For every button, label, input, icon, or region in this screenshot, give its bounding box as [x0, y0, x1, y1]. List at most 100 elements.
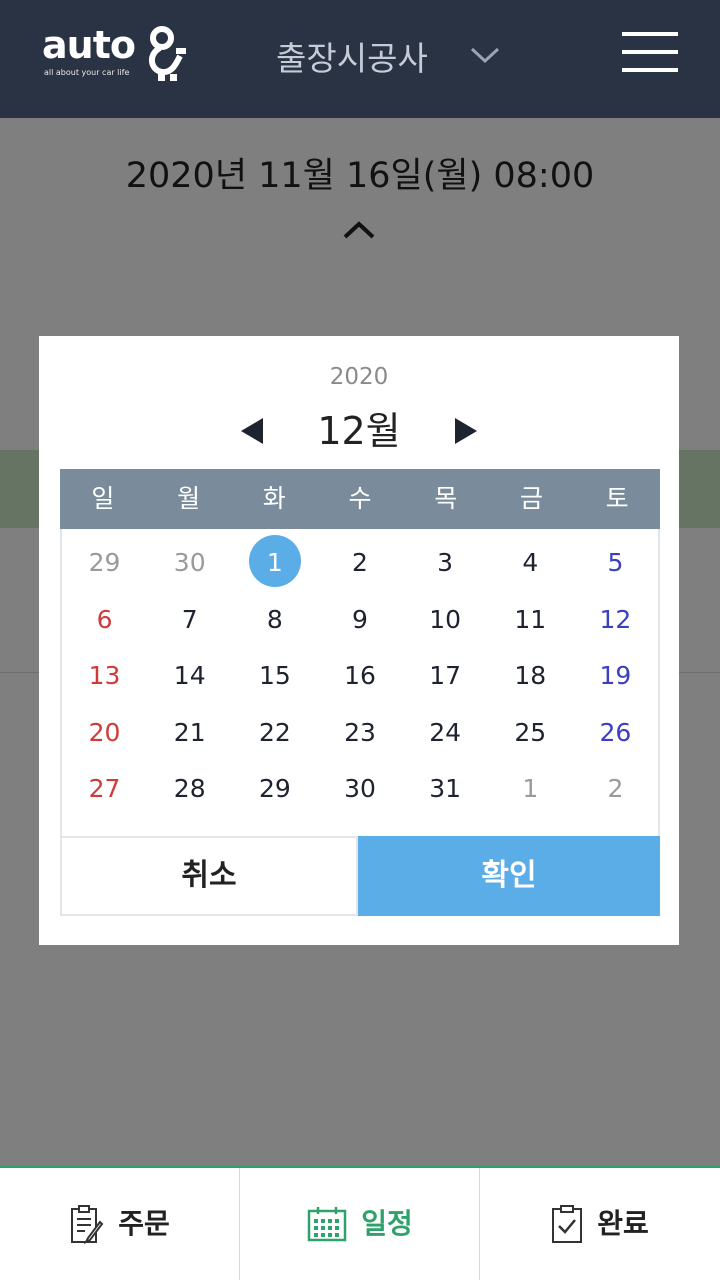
calendar-day[interactable]: 16	[317, 654, 402, 711]
calendar-day[interactable]: 10	[403, 598, 488, 655]
calendar-day-number: 1	[522, 774, 539, 803]
calendar-day[interactable]: 18	[488, 654, 573, 711]
calendar-day[interactable]: 5	[573, 541, 658, 598]
calendar-day[interactable]: 11	[488, 598, 573, 655]
calendar-day-number: 23	[344, 717, 376, 747]
calendar-day[interactable]: 28	[147, 767, 232, 824]
picker-month: 12월	[317, 409, 401, 453]
calendar-day[interactable]: 26	[573, 711, 658, 768]
calendar-day[interactable]: 13	[62, 654, 147, 711]
calendar-day-number: 9	[352, 604, 368, 634]
calendar-day-number: 13	[88, 661, 121, 690]
calendar-day[interactable]: 29	[62, 541, 147, 598]
autog-logo[interactable]: auto all about your car life	[42, 24, 192, 88]
calendar-day-number: 30	[344, 774, 376, 803]
calendar-day[interactable]: 14	[147, 654, 232, 711]
calendar-week: 29 30 1 2 3 4 5	[62, 535, 658, 598]
calendar-day[interactable]: 19	[573, 654, 658, 711]
clipboard-check-icon	[552, 1205, 583, 1243]
calendar-week: 13 14 15 16 17 18 19	[62, 654, 658, 711]
calendar-day-number: 11	[514, 604, 547, 634]
picker-year: 2020	[329, 364, 389, 390]
calendar-day-number: 15	[258, 661, 291, 690]
weekday-mon: 월	[177, 484, 201, 513]
calendar-day-number: 8	[266, 604, 283, 634]
hamburger-menu-icon[interactable]	[622, 30, 680, 74]
confirm-button[interactable]: 확인	[358, 836, 660, 916]
cancel-button[interactable]: 취소	[60, 836, 358, 916]
calendar-day-number: 6	[96, 604, 113, 634]
calendar-day[interactable]: 1	[488, 767, 573, 824]
calendar-day[interactable]: 22	[232, 711, 317, 768]
app-header: auto all about your car life 출장시공사	[0, 0, 720, 118]
calendar-day-number: 10	[429, 604, 462, 634]
calendar-day-number: 29	[258, 774, 291, 803]
calendar-day[interactable]: 12	[573, 598, 658, 655]
calendar-day[interactable]: 9	[317, 598, 402, 655]
logo-mascot-icon	[149, 26, 186, 81]
calendar-day-selected[interactable]: 1	[232, 535, 317, 598]
calendar-day-number: 30	[173, 548, 206, 577]
calendar-week: 6 7 8 9 10 11 12	[62, 598, 658, 655]
calendar-day[interactable]: 17	[403, 654, 488, 711]
calendar-day[interactable]: 3	[403, 541, 488, 598]
calendar-day-number: 7	[181, 604, 198, 634]
calendar-day[interactable]: 15	[232, 654, 317, 711]
calendar-day-number: 14	[173, 661, 206, 690]
logo-text: auto	[42, 23, 136, 67]
calendar-day-number: 2	[352, 548, 368, 577]
calendar-day[interactable]: 30	[317, 767, 402, 824]
calendar-day[interactable]: 4	[488, 541, 573, 598]
calendar-day[interactable]: 30	[147, 541, 232, 598]
header-title[interactable]: 출장시공사	[276, 36, 428, 82]
calendar-day-number: 22	[258, 717, 291, 747]
calendar-day[interactable]: 31	[403, 767, 488, 824]
tab-schedule[interactable]: 일정	[240, 1168, 480, 1280]
weekday-header: 일 월 화 수 목 금 토	[60, 469, 660, 529]
dialog-buttons: 취소 확인	[60, 836, 660, 916]
calendar-day-number: 2	[607, 774, 624, 803]
calendar-day[interactable]: 2	[573, 767, 658, 824]
calendar-day-number: 12	[599, 604, 632, 634]
calendar-day[interactable]: 7	[147, 598, 232, 655]
calendar-day[interactable]: 23	[317, 711, 402, 768]
date-picker-dialog: 2020 12월 일 월 화 수 목 금 토 29 30 1 2 3 4 5 6 7 8 9 10 11…	[39, 336, 679, 945]
weekday-fri: 금	[519, 484, 543, 513]
calendar-day[interactable]: 24	[403, 711, 488, 768]
tab-complete-label: 완료	[597, 1207, 649, 1240]
weekday-wed: 수	[348, 484, 372, 513]
tab-order[interactable]: 주문	[0, 1168, 240, 1280]
calendar-day-number: 19	[599, 661, 632, 690]
calendar-grid: 29 30 1 2 3 4 5 6 7 8 9 10 11 12 13 14 15 16 17 18 19 20 21 22 2…	[62, 535, 658, 824]
calendar-day-number: 16	[344, 661, 376, 690]
calendar-day-number: 27	[88, 774, 121, 803]
calendar-day[interactable]: 20	[62, 711, 147, 768]
order-form-icon	[71, 1205, 104, 1244]
tab-schedule-label: 일정	[361, 1207, 413, 1240]
tab-order-label: 주문	[118, 1207, 170, 1240]
calendar-day-number: 29	[88, 548, 121, 577]
calendar-week: 20 21 22 23 24 25 26	[62, 711, 658, 768]
prev-month-icon[interactable]	[239, 416, 265, 446]
tab-complete[interactable]: 완료	[480, 1168, 720, 1280]
weekday-sat: 토	[605, 484, 629, 513]
calendar-day[interactable]: 2	[317, 541, 402, 598]
calendar-day-number: 25	[514, 717, 547, 747]
next-month-icon[interactable]	[453, 416, 479, 446]
bottom-tab-bar: 주문 일정 완료	[0, 1166, 720, 1280]
calendar-week: 27 28 29 30 31 1 2	[62, 767, 658, 824]
calendar-day[interactable]: 8	[232, 598, 317, 655]
calendar-day-number: 3	[437, 548, 454, 577]
calendar-day[interactable]: 29	[232, 767, 317, 824]
chevron-down-icon[interactable]	[470, 46, 500, 64]
calendar-day[interactable]: 6	[62, 598, 147, 655]
calendar-day-number: 18	[514, 661, 547, 690]
calendar-day[interactable]: 21	[147, 711, 232, 768]
calendar-day-number: 4	[522, 548, 539, 577]
calendar-day-number: 20	[88, 717, 121, 747]
month-navigation: 12월	[39, 406, 679, 456]
calendar-day[interactable]: 25	[488, 711, 573, 768]
calendar-day[interactable]: 27	[62, 767, 147, 824]
calendar-day-number: 21	[173, 717, 206, 747]
calendar-icon	[307, 1207, 347, 1242]
